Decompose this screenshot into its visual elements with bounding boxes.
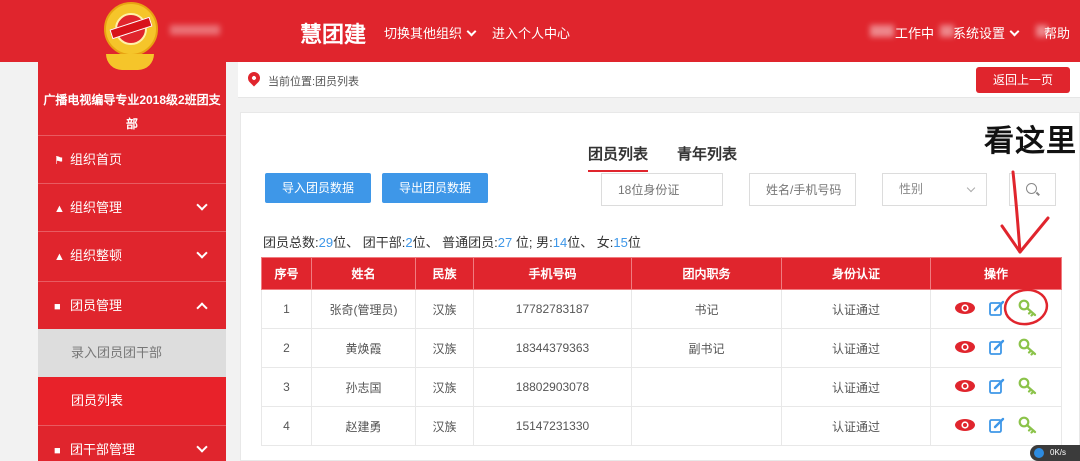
net-speed-text: 0K/s — [1050, 448, 1067, 457]
annotation-overlay — [1000, 170, 1050, 326]
net-speed-widget: 0K/s — [1030, 445, 1080, 461]
annotation-arrow — [1011, 170, 1022, 254]
annotation-arrowhead — [1000, 216, 1050, 254]
annotation-circle — [1003, 288, 1049, 326]
upload-arrow-icon — [1034, 448, 1044, 458]
